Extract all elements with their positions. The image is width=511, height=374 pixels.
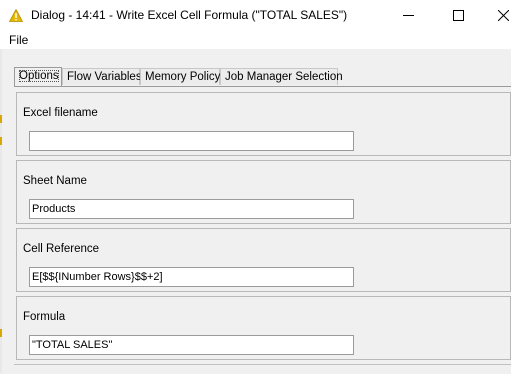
warning-triangle-icon <box>9 9 23 22</box>
cell-reference-input[interactable] <box>29 267 354 287</box>
cell-reference-group: Cell Reference <box>16 228 511 292</box>
title-bar: Dialog - 14:41 - Write Excel Cell Formul… <box>0 0 511 31</box>
cell-reference-label: Cell Reference <box>23 243 100 255</box>
formula-label: Formula <box>23 311 66 323</box>
strip-mark <box>0 329 2 337</box>
formula-group: Formula <box>16 296 511 360</box>
options-panel: Excel filename Sheet Name Cell Reference… <box>14 86 511 374</box>
tab-flow-variables-label: Flow Variables <box>67 71 142 83</box>
menu-file[interactable]: File <box>9 33 28 47</box>
tab-job-manager-selection-label: Job Manager Selection <box>225 71 343 83</box>
maximize-icon <box>452 10 464 21</box>
strip-mark <box>0 137 2 145</box>
excel-filename-input[interactable] <box>29 131 354 151</box>
sheet-name-group: Sheet Name <box>16 160 511 224</box>
close-button[interactable] <box>480 0 511 31</box>
window-title: Dialog - 14:41 - Write Excel Cell Formul… <box>31 8 348 22</box>
excel-filename-group: Excel filename <box>16 92 511 156</box>
menu-bar: File <box>0 31 511 49</box>
tab-flow-variables[interactable]: Flow Variables <box>62 68 142 85</box>
sheet-name-label: Sheet Name <box>23 175 87 187</box>
tab-options[interactable]: Options <box>14 67 62 86</box>
tab-memory-policy-label: Memory Policy <box>145 71 221 83</box>
minimize-button[interactable] <box>385 0 431 31</box>
tab-options-label: Options <box>19 70 59 82</box>
formula-input[interactable] <box>29 335 354 355</box>
sheet-name-input[interactable] <box>29 199 354 219</box>
minimize-icon <box>402 15 414 16</box>
excel-filename-label: Excel filename <box>23 107 98 119</box>
tab-memory-policy[interactable]: Memory Policy <box>140 68 220 85</box>
tab-job-manager-selection[interactable]: Job Manager Selection <box>220 68 343 85</box>
background-strip <box>0 49 2 373</box>
close-icon <box>497 10 509 21</box>
strip-mark <box>0 115 2 123</box>
divider <box>14 364 511 365</box>
maximize-button[interactable] <box>435 0 481 31</box>
